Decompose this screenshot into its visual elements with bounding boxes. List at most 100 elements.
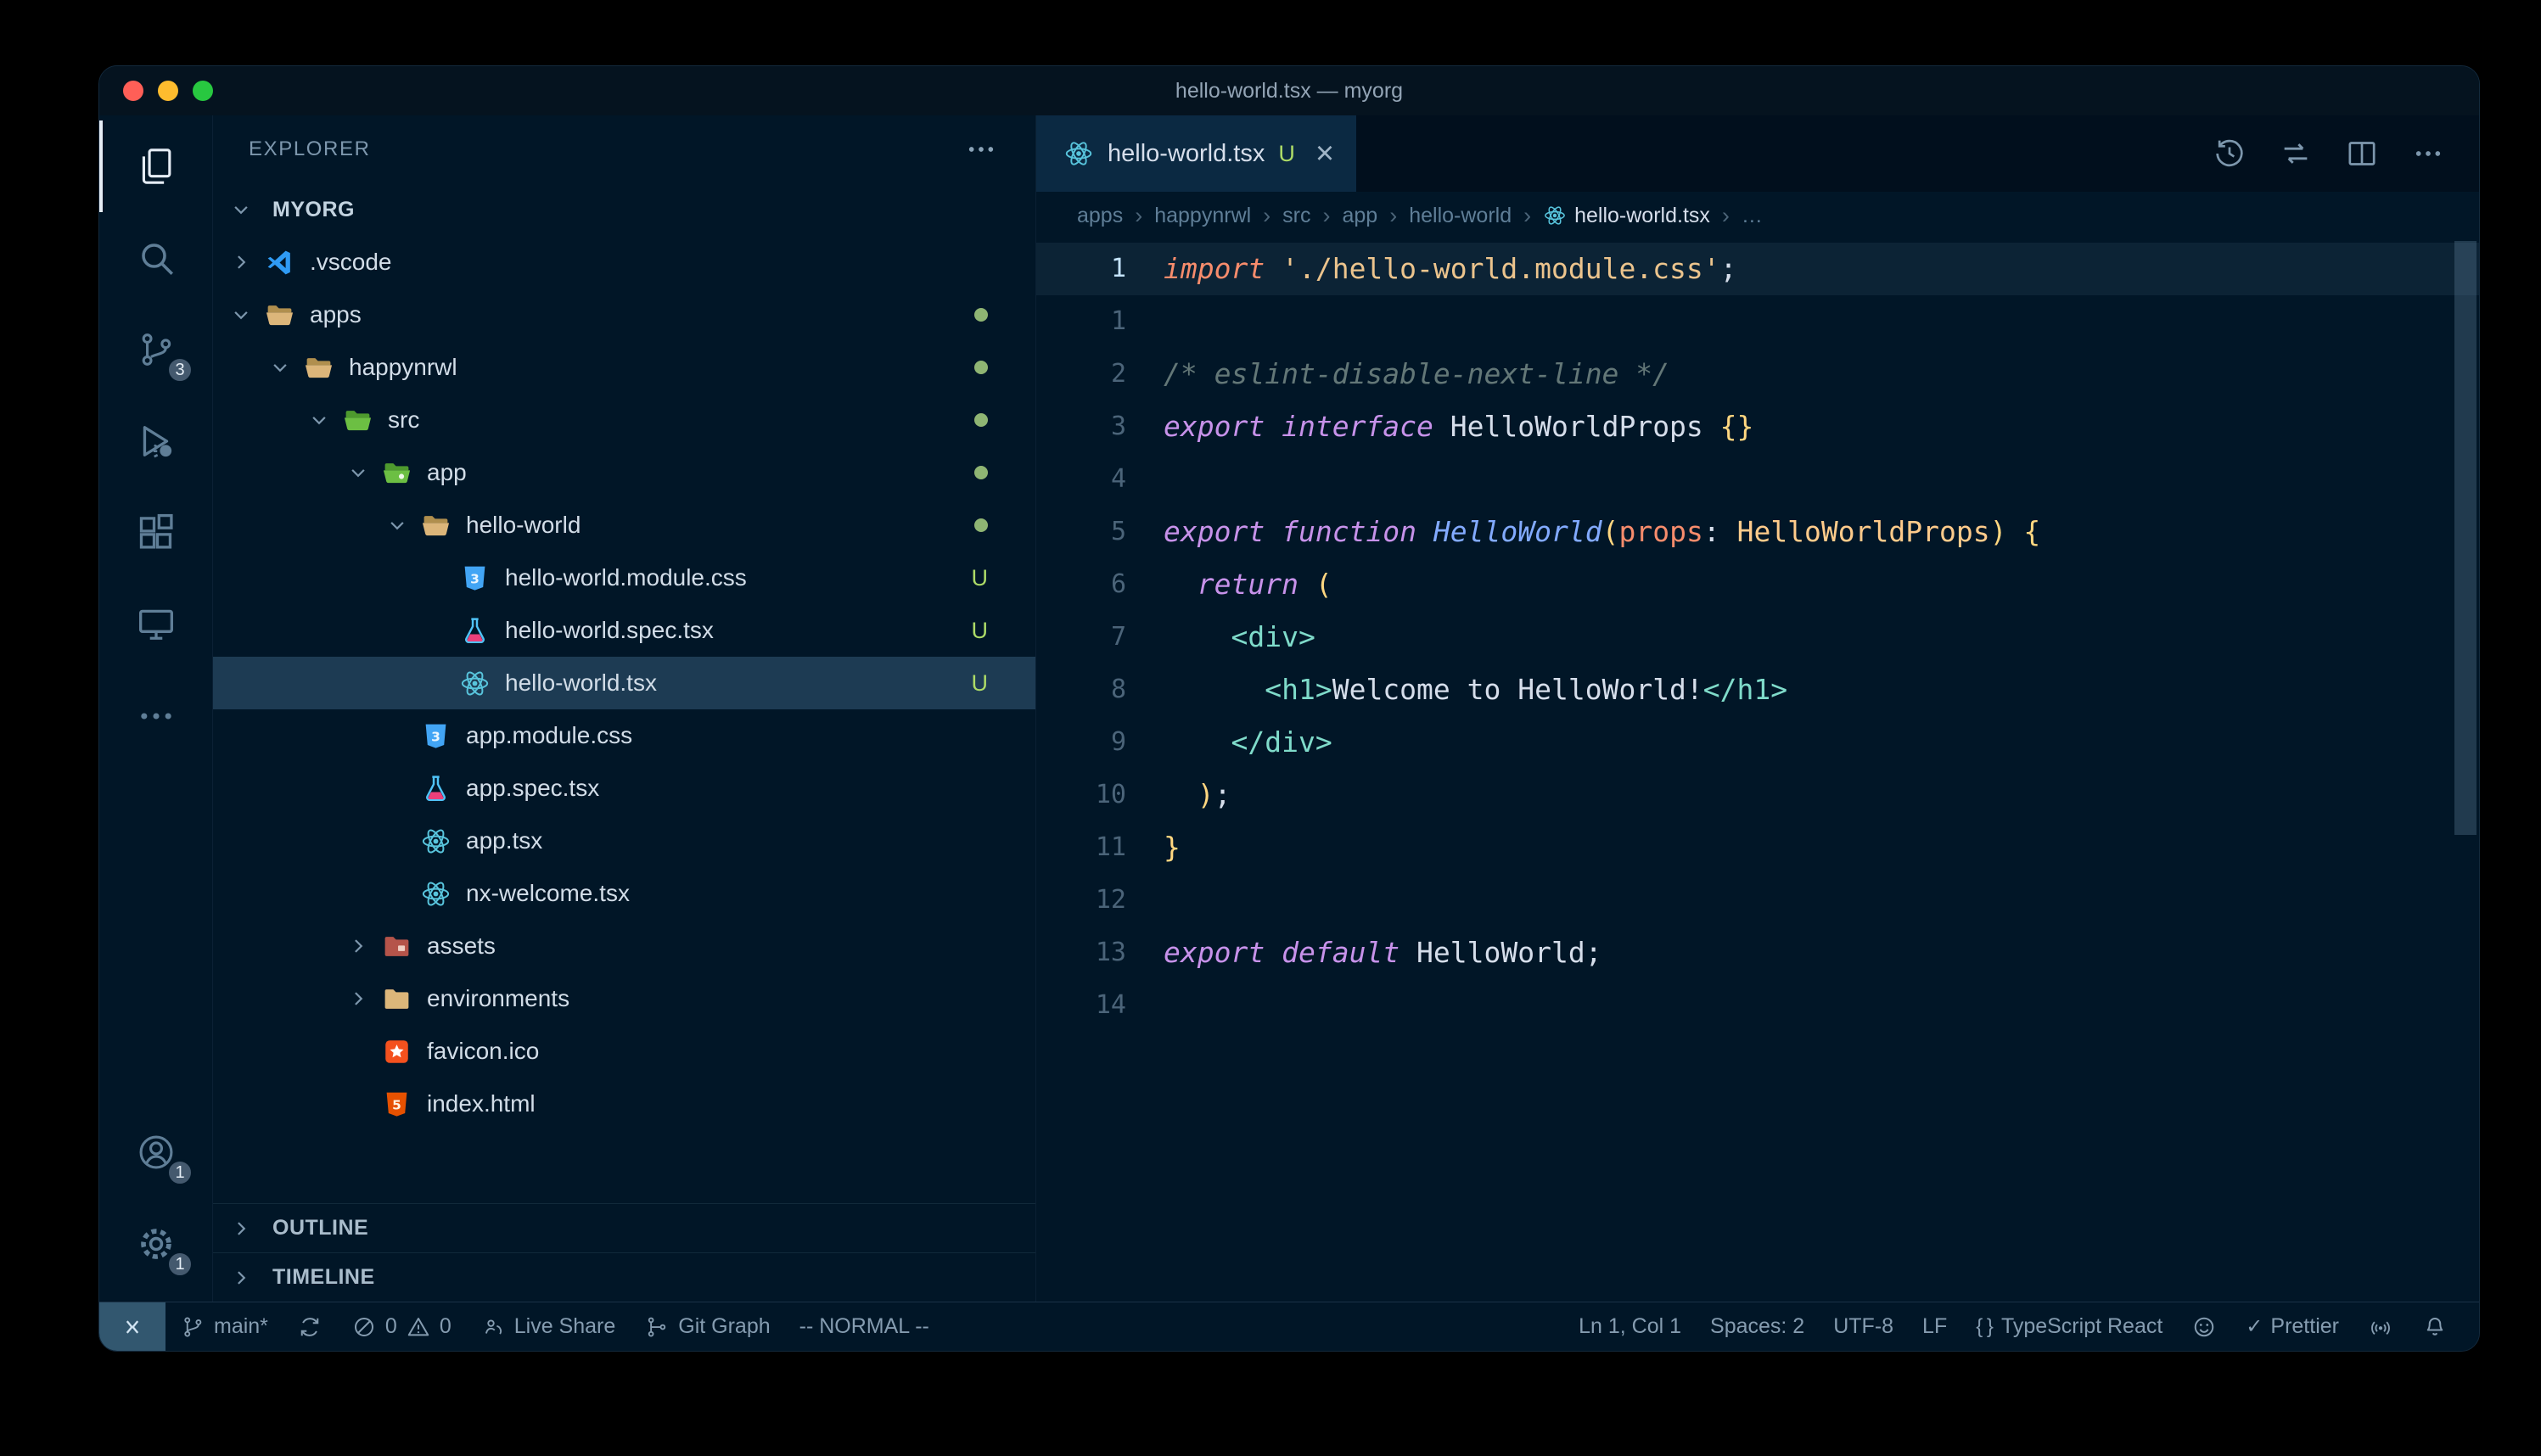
more-actions-icon[interactable]: [2411, 137, 2445, 171]
files-icon: [135, 145, 177, 188]
folder-tan-icon: [381, 983, 418, 1015]
code-line[interactable]: 1: [1036, 295, 2479, 348]
code-line[interactable]: 3export interface HelloWorldProps {}: [1036, 400, 2479, 453]
breadcrumb-happynrwl[interactable]: happynrwl: [1154, 204, 1251, 228]
code-line[interactable]: 1import './hello-world.module.css';: [1036, 243, 2479, 295]
chevron-down-icon: [384, 512, 420, 538]
status-git-graph[interactable]: Git Graph: [630, 1302, 784, 1351]
code-line[interactable]: 7 <div>: [1036, 611, 2479, 664]
breadcrumb-separator: ›: [1263, 203, 1270, 229]
status-problems[interactable]: 00: [337, 1302, 466, 1351]
open-timeline-icon[interactable]: [2213, 137, 2247, 171]
tree-item-hello-world[interactable]: hello-world: [213, 499, 1035, 552]
react-icon: [420, 826, 457, 857]
status-feedback[interactable]: [2177, 1302, 2231, 1351]
timeline-section[interactable]: TIMELINE: [213, 1252, 1035, 1302]
breadcrumb-apps[interactable]: apps: [1077, 204, 1123, 228]
code-line[interactable]: 13export default HelloWorld;: [1036, 927, 2479, 979]
activity-accounts[interactable]: 1: [99, 1106, 212, 1198]
tree-item-app-tsx[interactable]: app.tsx: [213, 815, 1035, 867]
zoom-window-button[interactable]: [193, 81, 213, 101]
react-icon: [1543, 204, 1567, 227]
code-line[interactable]: 4: [1036, 453, 2479, 506]
code-line[interactable]: 11}: [1036, 821, 2479, 874]
activity-extensions[interactable]: [99, 487, 212, 579]
svg-text:3: 3: [431, 729, 440, 744]
status-git-branch[interactable]: main*: [165, 1302, 283, 1351]
breadcrumb-src[interactable]: src: [1282, 204, 1310, 228]
activity-settings[interactable]: 1: [99, 1198, 212, 1290]
activity-source-control[interactable]: 3: [99, 304, 212, 395]
code-line[interactable]: 10 );: [1036, 769, 2479, 821]
code-line[interactable]: 5export function HelloWorld(props: Hello…: [1036, 506, 2479, 558]
status-live-share[interactable]: Live Share: [466, 1302, 631, 1351]
close-window-button[interactable]: [123, 81, 143, 101]
code-line[interactable]: 8 <h1>Welcome to HelloWorld!</h1>: [1036, 664, 2479, 716]
code-line[interactable]: 2/* eslint-disable-next-line */: [1036, 348, 2479, 400]
status-broadcast[interactable]: [2353, 1302, 2408, 1351]
status-language-mode[interactable]: { }TypeScript React: [1961, 1302, 2177, 1351]
close-tab-icon[interactable]: ×: [1315, 137, 1334, 170]
code-line[interactable]: 14: [1036, 979, 2479, 1032]
line-content: export default HelloWorld;: [1164, 927, 1602, 979]
remote-explorer-icon: [135, 603, 177, 646]
tree-item-hello-world-spec-tsx[interactable]: hello-world.spec.tsxU: [213, 604, 1035, 657]
status-cursor-position[interactable]: Ln 1, Col 1: [1564, 1302, 1696, 1351]
status-encoding[interactable]: UTF-8: [1819, 1302, 1908, 1351]
open-changes-icon[interactable]: [2279, 137, 2313, 171]
scrollbar-thumb[interactable]: [2454, 241, 2476, 835]
tree-item-favicon-ico[interactable]: favicon.ico: [213, 1025, 1035, 1078]
line-content: </div>: [1164, 716, 1332, 769]
breadcrumbs: apps›happynrwl›src›app›hello-world›hello…: [1036, 192, 2479, 239]
line-number: 7: [1036, 611, 1164, 664]
status-indentation[interactable]: Spaces: 2: [1696, 1302, 1819, 1351]
tree-item-assets[interactable]: assets: [213, 920, 1035, 972]
activity-search[interactable]: [99, 212, 212, 304]
chevron-down-icon: [306, 407, 342, 433]
explorer-more-actions[interactable]: [964, 132, 998, 166]
outline-section[interactable]: OUTLINE: [213, 1203, 1035, 1252]
status-left: main* 00Live ShareGit Graph-- NORMAL --: [99, 1302, 944, 1351]
tree-root-myorg[interactable]: MYORG: [213, 183, 1035, 236]
tree-item-apps[interactable]: apps: [213, 288, 1035, 341]
activity-more-views[interactable]: [99, 670, 212, 762]
git-branch-label: main*: [214, 1314, 268, 1339]
split-editor-icon[interactable]: [2345, 137, 2379, 171]
tree-item-src[interactable]: src: [213, 394, 1035, 446]
activity-remote-explorer[interactable]: [99, 579, 212, 670]
prettier-icon: ✓: [2246, 1314, 2262, 1339]
tab-label: hello-world.tsx: [1108, 140, 1265, 168]
status-sync-changes[interactable]: [283, 1302, 337, 1351]
tree-item--vscode[interactable]: .vscode: [213, 236, 1035, 288]
code-editor[interactable]: 1import './hello-world.module.css';12/* …: [1036, 239, 2479, 1302]
status-prettier[interactable]: ✓Prettier: [2231, 1302, 2353, 1351]
status-notifications[interactable]: [2408, 1302, 2462, 1351]
tree-item-app-spec-tsx[interactable]: app.spec.tsx: [213, 762, 1035, 815]
tree-item-index-html[interactable]: 5index.html: [213, 1078, 1035, 1130]
code-line[interactable]: 9 </div>: [1036, 716, 2479, 769]
timeline-label: TIMELINE: [272, 1265, 375, 1290]
code-line[interactable]: 6 return (: [1036, 558, 2479, 611]
tree-item-hello-world-module-css[interactable]: 3hello-world.module.cssU: [213, 552, 1035, 604]
tree-item-nx-welcome-tsx[interactable]: nx-welcome.tsx: [213, 867, 1035, 920]
breadcrumb-hello-world-tsx[interactable]: hello-world.tsx: [1543, 204, 1710, 228]
tree-item-app[interactable]: app: [213, 446, 1035, 499]
tree-item-happynrwl[interactable]: happynrwl: [213, 341, 1035, 394]
breadcrumb-app[interactable]: app: [1343, 204, 1378, 228]
code-line[interactable]: 12: [1036, 874, 2479, 927]
activity-run-and-debug[interactable]: [99, 395, 212, 487]
remote-indicator-icon: [120, 1314, 145, 1340]
minimize-window-button[interactable]: [158, 81, 178, 101]
breadcrumb-…[interactable]: …: [1742, 204, 1763, 228]
tab-hello-world-tsx[interactable]: hello-world.tsx U ×: [1036, 115, 1356, 192]
tree-item-hello-world-tsx[interactable]: hello-world.tsxU: [213, 657, 1035, 709]
status-eol[interactable]: LF: [1908, 1302, 1961, 1351]
status-vim-mode[interactable]: -- NORMAL --: [785, 1302, 944, 1351]
breadcrumb-label: …: [1742, 204, 1763, 228]
liveshare-icon: [480, 1314, 506, 1340]
breadcrumb-hello-world[interactable]: hello-world: [1409, 204, 1512, 228]
activity-explorer[interactable]: [99, 120, 212, 212]
status-remote-indicator[interactable]: [99, 1302, 165, 1351]
tree-item-environments[interactable]: environments: [213, 972, 1035, 1025]
tree-item-app-module-css[interactable]: 3app.module.css: [213, 709, 1035, 762]
